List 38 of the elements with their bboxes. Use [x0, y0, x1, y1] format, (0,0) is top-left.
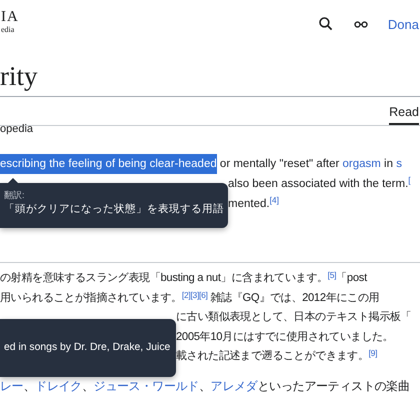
article-link[interactable]: ジュース・ワールド [94, 376, 199, 396]
search-icon[interactable] [318, 16, 334, 32]
body-text: 用いられることが指摘されています。 [0, 290, 182, 306]
tagline: edia [1, 24, 16, 36]
tooltip-text: ed in songs by Dr. Dre, Drake, Juice [4, 341, 170, 355]
body-text: 「post [336, 271, 367, 286]
page-title: rity [0, 60, 420, 97]
body-text: also been associated with the term. [228, 177, 408, 192]
article-link[interactable]: ドレイク [35, 376, 82, 396]
reference-link[interactable]: [9] [368, 347, 378, 359]
body-text: in [383, 157, 394, 172]
body-text: mented. [228, 197, 270, 212]
body-text: 2005年10月にはすでに使用されていました。 [176, 330, 394, 344]
body-text: 、 [23, 378, 36, 394]
reference-link[interactable]: [2][3][6] [182, 288, 208, 300]
body-text: の射精を意味するスラング表現「busting a nut」に含まれています。 [0, 271, 328, 286]
body-text: 雑誌『GQ』では、2012年にこの用 [209, 290, 380, 306]
tooltip-label: 翻訳: [4, 189, 26, 201]
article-link[interactable]: レー [0, 376, 24, 396]
reference-link[interactable]: [4] [270, 194, 280, 206]
body-text: 、 [82, 378, 94, 394]
article-link[interactable]: s [396, 154, 402, 174]
site-subtitle: opedia [0, 123, 34, 135]
glasses-icon[interactable] [354, 20, 368, 28]
article-link[interactable]: orgasm [342, 154, 381, 174]
reference-link[interactable]: [ [408, 174, 411, 186]
article-link[interactable]: アレメダ [210, 376, 258, 396]
tooltip-text: 「頭がクリアになった状態」を表現する用語 [4, 202, 225, 217]
body-text: に古い類似表現として、日本のテキスト掲示板「 [176, 310, 412, 325]
body-text: 、 [198, 378, 211, 394]
selected-text: escribing the feeling of being clear-headed [0, 154, 217, 174]
read-tab[interactable]: Read [389, 105, 419, 125]
body-text: or mentally "reset" after [218, 157, 340, 172]
wordmark[interactable]: IA [1, 10, 19, 24]
reference-link[interactable]: [5] [328, 269, 336, 281]
body-text: 載された記述まで遡ることができます。 [176, 349, 369, 364]
donate-link[interactable]: Dona [388, 16, 419, 32]
body-text: といったアーティストの楽曲 [257, 378, 410, 394]
